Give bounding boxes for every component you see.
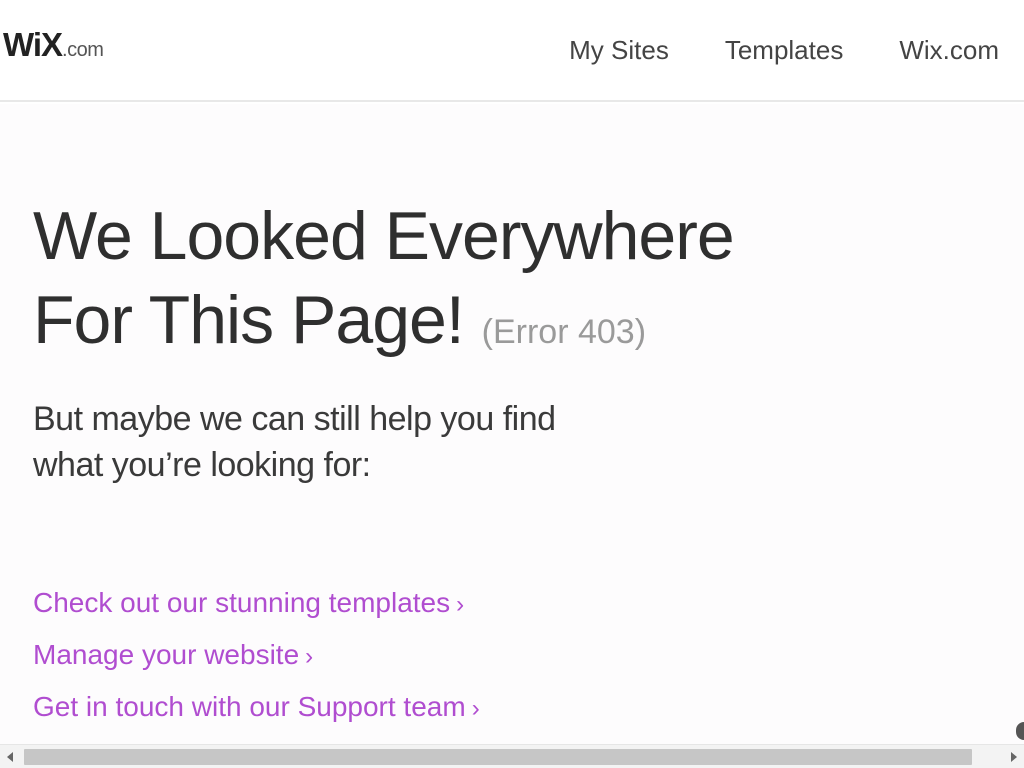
- page-subtitle: But maybe we can still help you find wha…: [33, 396, 633, 488]
- scrollbar-thumb[interactable]: [24, 749, 972, 765]
- top-nav: My Sites Templates Wix.com: [513, 34, 999, 66]
- page-title: We Looked Everywhere For This Page! (Err…: [33, 194, 833, 374]
- side-tab-handle[interactable]: [1016, 722, 1024, 740]
- site-header: WiX .com My Sites Templates Wix.com: [0, 0, 1024, 102]
- wix-logo[interactable]: WiX .com: [3, 26, 104, 63]
- templates-link-label: Check out our stunning templates: [33, 587, 451, 618]
- nav-templates[interactable]: Templates: [725, 34, 844, 66]
- logo-suffix: .com: [62, 39, 104, 61]
- support-link[interactable]: Get in touch with our Support team ›: [33, 682, 480, 734]
- error-code: (Error 403): [481, 313, 647, 351]
- subtitle-line-1: But maybe we can still help you find: [33, 400, 556, 438]
- support-link-label: Get in touch with our Support team: [33, 691, 466, 722]
- manage-website-link-label: Manage your website: [33, 639, 300, 670]
- horizontal-scrollbar[interactable]: [0, 744, 1024, 768]
- nav-my-sites[interactable]: My Sites: [569, 34, 669, 66]
- nav-wix-com[interactable]: Wix.com: [899, 34, 999, 66]
- manage-website-link[interactable]: Manage your website ›: [33, 630, 480, 682]
- logo-wordmark: WiX: [3, 26, 63, 63]
- templates-link[interactable]: Check out our stunning templates ›: [33, 578, 480, 630]
- title-line-2: For This Page!: [33, 282, 465, 358]
- chevron-right-icon: ›: [305, 643, 314, 670]
- subtitle-line-2: what you’re looking for:: [33, 446, 371, 484]
- triangle-left-icon[interactable]: [0, 745, 20, 768]
- chevron-right-icon: ›: [471, 695, 480, 722]
- title-line-1: We Looked Everywhere: [33, 198, 735, 274]
- chevron-right-icon: ›: [456, 591, 465, 618]
- main-content: We Looked Everywhere For This Page! (Err…: [0, 104, 1024, 744]
- help-links: Check out our stunning templates › Manage…: [33, 578, 480, 734]
- triangle-right-icon[interactable]: [1004, 745, 1024, 768]
